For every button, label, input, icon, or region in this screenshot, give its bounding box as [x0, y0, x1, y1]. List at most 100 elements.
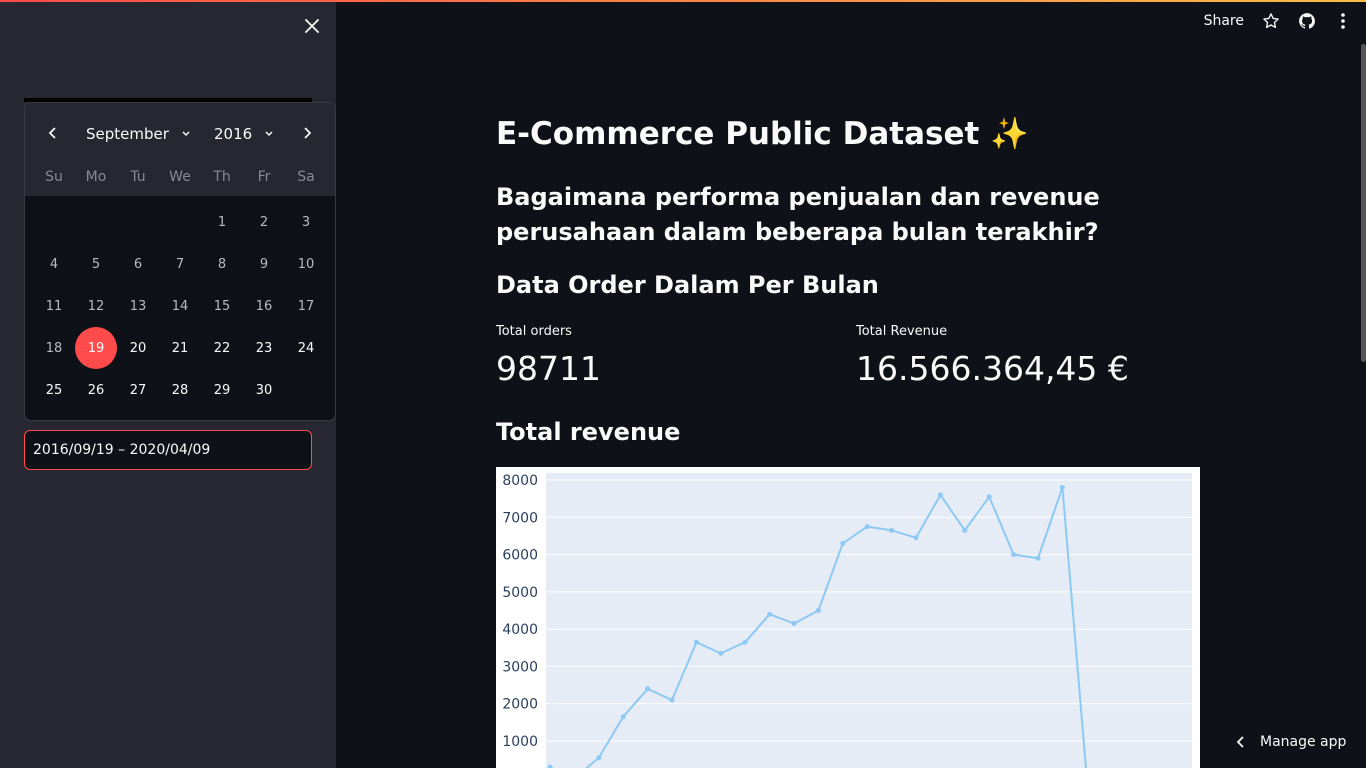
calendar-day[interactable]: 25	[33, 369, 75, 411]
manage-app-label: Manage app	[1260, 734, 1347, 750]
github-icon	[1299, 13, 1315, 29]
calendar-day[interactable]: 28	[159, 369, 201, 411]
weekday-label: Sa	[297, 169, 315, 185]
manage-app-button[interactable]: Manage app	[1236, 734, 1346, 750]
revenue-chart[interactable]: 1000 2000 3000 4000 5000 6000 7000 8000	[496, 467, 1200, 768]
calendar-day[interactable]: 10	[285, 243, 327, 285]
data-point[interactable]	[937, 492, 943, 498]
data-point[interactable]	[669, 697, 675, 703]
month-select[interactable]: September	[86, 123, 191, 145]
chevron-right-icon	[304, 127, 312, 139]
calendar-day[interactable]: 24	[285, 327, 327, 369]
calendar-day[interactable]: 27	[117, 369, 159, 411]
star-button[interactable]	[1262, 12, 1280, 30]
calendar-day[interactable]: 21	[159, 327, 201, 369]
revenue-chart-svg: 1000 2000 3000 4000 5000 6000 7000 8000	[502, 473, 1192, 768]
data-point[interactable]	[1035, 555, 1041, 561]
top-decoration-bar	[0, 0, 1366, 2]
page-scrollbar-thumb[interactable]	[1361, 44, 1366, 362]
calendar-day[interactable]: 13	[117, 285, 159, 327]
calendar-day[interactable]: 3	[285, 201, 327, 243]
data-point[interactable]	[864, 524, 870, 530]
chevron-down-icon	[182, 131, 190, 137]
star-icon	[1263, 13, 1279, 29]
github-button[interactable]	[1298, 12, 1316, 30]
weekday-label: Mo	[85, 169, 107, 185]
calendar-days-grid: 1 2 3 4 5 6 7 8 9 10 11 12 13 14 15 16 17 18 19 20 21 22 23 24 2…	[33, 201, 327, 411]
calendar-empty-cell	[117, 201, 159, 243]
more-vertical-icon	[1341, 13, 1345, 29]
data-point[interactable]	[986, 494, 992, 500]
close-sidebar-button[interactable]	[300, 14, 324, 38]
data-point[interactable]	[620, 714, 626, 720]
calendar-empty-cell	[285, 369, 327, 411]
calendar-week-row: 25 26 27 28 29 30	[33, 369, 327, 411]
calendar-day[interactable]: 15	[201, 285, 243, 327]
calendar-empty-cell	[159, 201, 201, 243]
calendar-day[interactable]: 16	[243, 285, 285, 327]
calendar-empty-cell	[33, 201, 75, 243]
calendar-week-row: 123	[33, 201, 327, 243]
calendar-day[interactable]: 7	[159, 243, 201, 285]
data-point[interactable]	[1011, 552, 1017, 558]
data-point[interactable]	[767, 611, 773, 617]
calendar-day[interactable]: 29	[201, 369, 243, 411]
next-month-button[interactable]	[295, 121, 319, 145]
calendar-day[interactable]: 22	[201, 327, 243, 369]
metric-value: 16.566.364,45 €	[856, 349, 1129, 388]
data-point[interactable]	[693, 639, 699, 645]
data-point[interactable]	[815, 608, 821, 613]
calendar-day[interactable]: 5	[75, 243, 117, 285]
data-point[interactable]	[596, 755, 602, 761]
calendar-week-row: 4 5 6 7 8 9 10	[33, 243, 327, 285]
sidebar: September 2016 Su Mo Tu We Th Fr Sa 1234…	[0, 0, 336, 768]
calendar-day[interactable]: 12	[75, 285, 117, 327]
data-point[interactable]	[913, 535, 919, 541]
calendar-header: September 2016 Su Mo Tu We Th Fr Sa	[25, 103, 335, 196]
calendar-day[interactable]: 23	[243, 327, 285, 369]
weekday-label: We	[169, 169, 191, 185]
previous-month-button[interactable]	[41, 121, 65, 145]
header-toolbar: Share	[1204, 12, 1352, 30]
calendar-day[interactable]: 30	[243, 369, 285, 411]
y-tick-label: 1000	[502, 734, 538, 750]
weekday-label: Tu	[130, 169, 146, 185]
calendar-day[interactable]: 8	[201, 243, 243, 285]
section-title: Data Order Dalam Per Bulan	[496, 271, 879, 299]
page-title: E-Commerce Public Dataset ✨	[496, 116, 1029, 152]
data-point[interactable]	[718, 650, 724, 656]
calendar-day[interactable]: 20	[117, 327, 159, 369]
data-point[interactable]	[840, 540, 846, 546]
calendar-week-row: 18 19 20 21 22 23 24	[33, 327, 327, 369]
year-select[interactable]: 2016	[214, 123, 274, 145]
share-button[interactable]: Share	[1204, 13, 1244, 29]
calendar-day[interactable]: 4	[33, 243, 75, 285]
chart-title: Total revenue	[496, 418, 681, 446]
data-point[interactable]	[1059, 484, 1065, 490]
y-tick-label: 3000	[502, 659, 538, 675]
data-point[interactable]	[962, 527, 968, 533]
calendar-day[interactable]: 18	[33, 327, 75, 369]
calendar-day[interactable]: 1	[201, 201, 243, 243]
data-point[interactable]	[645, 686, 651, 692]
data-point[interactable]	[742, 639, 748, 645]
calendar-day[interactable]: 11	[33, 285, 75, 327]
calendar-day-selected[interactable]: 19	[75, 327, 117, 369]
data-point[interactable]	[791, 621, 797, 627]
calendar-day[interactable]: 2	[243, 201, 285, 243]
weekday-label: Fr	[257, 169, 271, 185]
calendar-day[interactable]: 14	[159, 285, 201, 327]
weekday-label: Th	[213, 169, 231, 185]
y-tick-label: 4000	[502, 622, 538, 638]
calendar-day[interactable]: 9	[243, 243, 285, 285]
metric-total-orders: Total orders 98711	[496, 324, 601, 388]
calendar-day[interactable]: 17	[285, 285, 327, 327]
calendar-day[interactable]: 26	[75, 369, 117, 411]
data-point[interactable]	[889, 527, 895, 533]
metric-total-revenue: Total Revenue 16.566.364,45 €	[856, 324, 1129, 388]
chevron-down-icon	[265, 131, 273, 137]
main-menu-button[interactable]	[1334, 12, 1352, 30]
date-range-input[interactable]	[24, 430, 312, 470]
chevron-left-icon	[48, 127, 56, 139]
calendar-day[interactable]: 6	[117, 243, 159, 285]
